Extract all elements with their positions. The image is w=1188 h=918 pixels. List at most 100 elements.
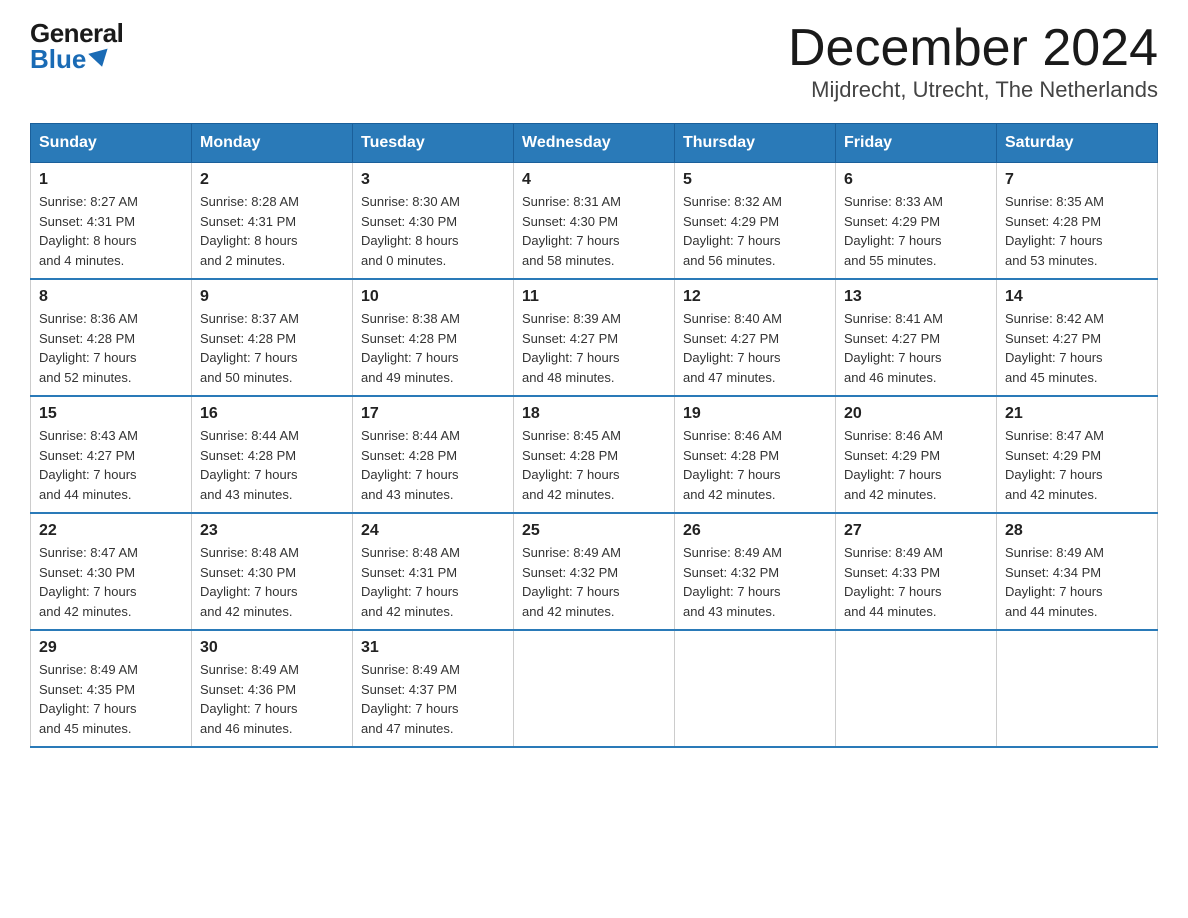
- day-number: 30: [200, 639, 344, 657]
- day-number: 21: [1005, 405, 1149, 423]
- day-number: 7: [1005, 171, 1149, 189]
- day-info: Sunrise: 8:49 AM Sunset: 4:32 PM Dayligh…: [522, 543, 666, 621]
- day-info: Sunrise: 8:49 AM Sunset: 4:32 PM Dayligh…: [683, 543, 827, 621]
- calendar-cell: 1 Sunrise: 8:27 AM Sunset: 4:31 PM Daylig…: [31, 163, 192, 280]
- day-number: 26: [683, 522, 827, 540]
- calendar-cell: 27 Sunrise: 8:49 AM Sunset: 4:33 PM Dayli…: [836, 513, 997, 630]
- calendar-cell: 24 Sunrise: 8:48 AM Sunset: 4:31 PM Dayli…: [353, 513, 514, 630]
- week-row-4: 22 Sunrise: 8:47 AM Sunset: 4:30 PM Dayli…: [31, 513, 1158, 630]
- day-number: 16: [200, 405, 344, 423]
- header-row: Sunday Monday Tuesday Wednesday Thursday…: [31, 124, 1158, 163]
- logo: General Blue: [30, 20, 123, 72]
- week-row-3: 15 Sunrise: 8:43 AM Sunset: 4:27 PM Dayli…: [31, 396, 1158, 513]
- day-info: Sunrise: 8:43 AM Sunset: 4:27 PM Dayligh…: [39, 426, 183, 504]
- day-number: 4: [522, 171, 666, 189]
- day-number: 19: [683, 405, 827, 423]
- calendar-cell: 26 Sunrise: 8:49 AM Sunset: 4:32 PM Dayli…: [675, 513, 836, 630]
- day-number: 28: [1005, 522, 1149, 540]
- calendar-cell: 19 Sunrise: 8:46 AM Sunset: 4:28 PM Dayli…: [675, 396, 836, 513]
- calendar-cell: 29 Sunrise: 8:49 AM Sunset: 4:35 PM Dayli…: [31, 630, 192, 747]
- col-sunday: Sunday: [31, 124, 192, 163]
- day-number: 31: [361, 639, 505, 657]
- day-info: Sunrise: 8:42 AM Sunset: 4:27 PM Dayligh…: [1005, 309, 1149, 387]
- week-row-5: 29 Sunrise: 8:49 AM Sunset: 4:35 PM Dayli…: [31, 630, 1158, 747]
- day-info: Sunrise: 8:37 AM Sunset: 4:28 PM Dayligh…: [200, 309, 344, 387]
- day-number: 22: [39, 522, 183, 540]
- col-monday: Monday: [192, 124, 353, 163]
- calendar-cell: 18Sunrise: 8:45 AM Sunset: 4:28 PM Dayli…: [514, 396, 675, 513]
- col-thursday: Thursday: [675, 124, 836, 163]
- day-number: 18: [522, 405, 666, 423]
- day-info: Sunrise: 8:39 AM Sunset: 4:27 PM Dayligh…: [522, 309, 666, 387]
- week-row-1: 1 Sunrise: 8:27 AM Sunset: 4:31 PM Daylig…: [31, 163, 1158, 280]
- day-info: Sunrise: 8:47 AM Sunset: 4:30 PM Dayligh…: [39, 543, 183, 621]
- col-wednesday: Wednesday: [514, 124, 675, 163]
- day-info: Sunrise: 8:33 AM Sunset: 4:29 PM Dayligh…: [844, 192, 988, 270]
- calendar-cell: [514, 630, 675, 747]
- logo-triangle-icon: [89, 49, 112, 70]
- day-info: Sunrise: 8:32 AM Sunset: 4:29 PM Dayligh…: [683, 192, 827, 270]
- calendar-cell: 31Sunrise: 8:49 AM Sunset: 4:37 PM Dayli…: [353, 630, 514, 747]
- day-info: Sunrise: 8:48 AM Sunset: 4:30 PM Dayligh…: [200, 543, 344, 621]
- title-block: December 2024 Mijdrecht, Utrecht, The Ne…: [788, 20, 1158, 103]
- day-number: 25: [522, 522, 666, 540]
- day-number: 23: [200, 522, 344, 540]
- day-info: Sunrise: 8:48 AM Sunset: 4:31 PM Dayligh…: [361, 543, 505, 621]
- calendar-header: Sunday Monday Tuesday Wednesday Thursday…: [31, 124, 1158, 163]
- day-number: 1: [39, 171, 183, 189]
- calendar-cell: 15 Sunrise: 8:43 AM Sunset: 4:27 PM Dayli…: [31, 396, 192, 513]
- calendar-cell: 14 Sunrise: 8:42 AM Sunset: 4:27 PM Dayli…: [997, 279, 1158, 396]
- calendar-cell: 28Sunrise: 8:49 AM Sunset: 4:34 PM Dayli…: [997, 513, 1158, 630]
- day-number: 17: [361, 405, 505, 423]
- day-info: Sunrise: 8:28 AM Sunset: 4:31 PM Dayligh…: [200, 192, 344, 270]
- day-number: 2: [200, 171, 344, 189]
- day-number: 14: [1005, 288, 1149, 306]
- calendar-cell: 10Sunrise: 8:38 AM Sunset: 4:28 PM Dayli…: [353, 279, 514, 396]
- day-number: 24: [361, 522, 505, 540]
- calendar-table: Sunday Monday Tuesday Wednesday Thursday…: [30, 123, 1158, 748]
- day-info: Sunrise: 8:49 AM Sunset: 4:36 PM Dayligh…: [200, 660, 344, 738]
- calendar-body: 1 Sunrise: 8:27 AM Sunset: 4:31 PM Daylig…: [31, 163, 1158, 748]
- calendar-cell: 13Sunrise: 8:41 AM Sunset: 4:27 PM Dayli…: [836, 279, 997, 396]
- day-info: Sunrise: 8:40 AM Sunset: 4:27 PM Dayligh…: [683, 309, 827, 387]
- location-title: Mijdrecht, Utrecht, The Netherlands: [788, 77, 1158, 103]
- col-saturday: Saturday: [997, 124, 1158, 163]
- logo-blue-text: Blue: [30, 46, 123, 72]
- calendar-cell: [675, 630, 836, 747]
- day-info: Sunrise: 8:36 AM Sunset: 4:28 PM Dayligh…: [39, 309, 183, 387]
- col-friday: Friday: [836, 124, 997, 163]
- day-number: 6: [844, 171, 988, 189]
- calendar-cell: 6 Sunrise: 8:33 AM Sunset: 4:29 PM Daylig…: [836, 163, 997, 280]
- calendar-cell: 23 Sunrise: 8:48 AM Sunset: 4:30 PM Dayli…: [192, 513, 353, 630]
- day-info: Sunrise: 8:49 AM Sunset: 4:35 PM Dayligh…: [39, 660, 183, 738]
- calendar-cell: 7Sunrise: 8:35 AM Sunset: 4:28 PM Daylig…: [997, 163, 1158, 280]
- calendar-cell: 2 Sunrise: 8:28 AM Sunset: 4:31 PM Daylig…: [192, 163, 353, 280]
- calendar-cell: 12Sunrise: 8:40 AM Sunset: 4:27 PM Dayli…: [675, 279, 836, 396]
- calendar-cell: 9 Sunrise: 8:37 AM Sunset: 4:28 PM Daylig…: [192, 279, 353, 396]
- day-info: Sunrise: 8:46 AM Sunset: 4:28 PM Dayligh…: [683, 426, 827, 504]
- day-number: 9: [200, 288, 344, 306]
- calendar-cell: 5Sunrise: 8:32 AM Sunset: 4:29 PM Daylig…: [675, 163, 836, 280]
- calendar-cell: [836, 630, 997, 747]
- day-number: 29: [39, 639, 183, 657]
- calendar-cell: 8 Sunrise: 8:36 AM Sunset: 4:28 PM Daylig…: [31, 279, 192, 396]
- month-title: December 2024: [788, 20, 1158, 77]
- calendar-cell: 11 Sunrise: 8:39 AM Sunset: 4:27 PM Dayli…: [514, 279, 675, 396]
- day-info: Sunrise: 8:47 AM Sunset: 4:29 PM Dayligh…: [1005, 426, 1149, 504]
- calendar-cell: 22 Sunrise: 8:47 AM Sunset: 4:30 PM Dayli…: [31, 513, 192, 630]
- day-info: Sunrise: 8:27 AM Sunset: 4:31 PM Dayligh…: [39, 192, 183, 270]
- day-number: 20: [844, 405, 988, 423]
- day-number: 11: [522, 288, 666, 306]
- day-info: Sunrise: 8:49 AM Sunset: 4:33 PM Dayligh…: [844, 543, 988, 621]
- day-info: Sunrise: 8:44 AM Sunset: 4:28 PM Dayligh…: [200, 426, 344, 504]
- calendar-cell: 20 Sunrise: 8:46 AM Sunset: 4:29 PM Dayli…: [836, 396, 997, 513]
- day-info: Sunrise: 8:38 AM Sunset: 4:28 PM Dayligh…: [361, 309, 505, 387]
- logo-general-text: General: [30, 20, 123, 46]
- day-number: 15: [39, 405, 183, 423]
- day-number: 27: [844, 522, 988, 540]
- calendar-cell: [997, 630, 1158, 747]
- calendar-cell: 17Sunrise: 8:44 AM Sunset: 4:28 PM Dayli…: [353, 396, 514, 513]
- day-number: 8: [39, 288, 183, 306]
- day-info: Sunrise: 8:46 AM Sunset: 4:29 PM Dayligh…: [844, 426, 988, 504]
- day-number: 13: [844, 288, 988, 306]
